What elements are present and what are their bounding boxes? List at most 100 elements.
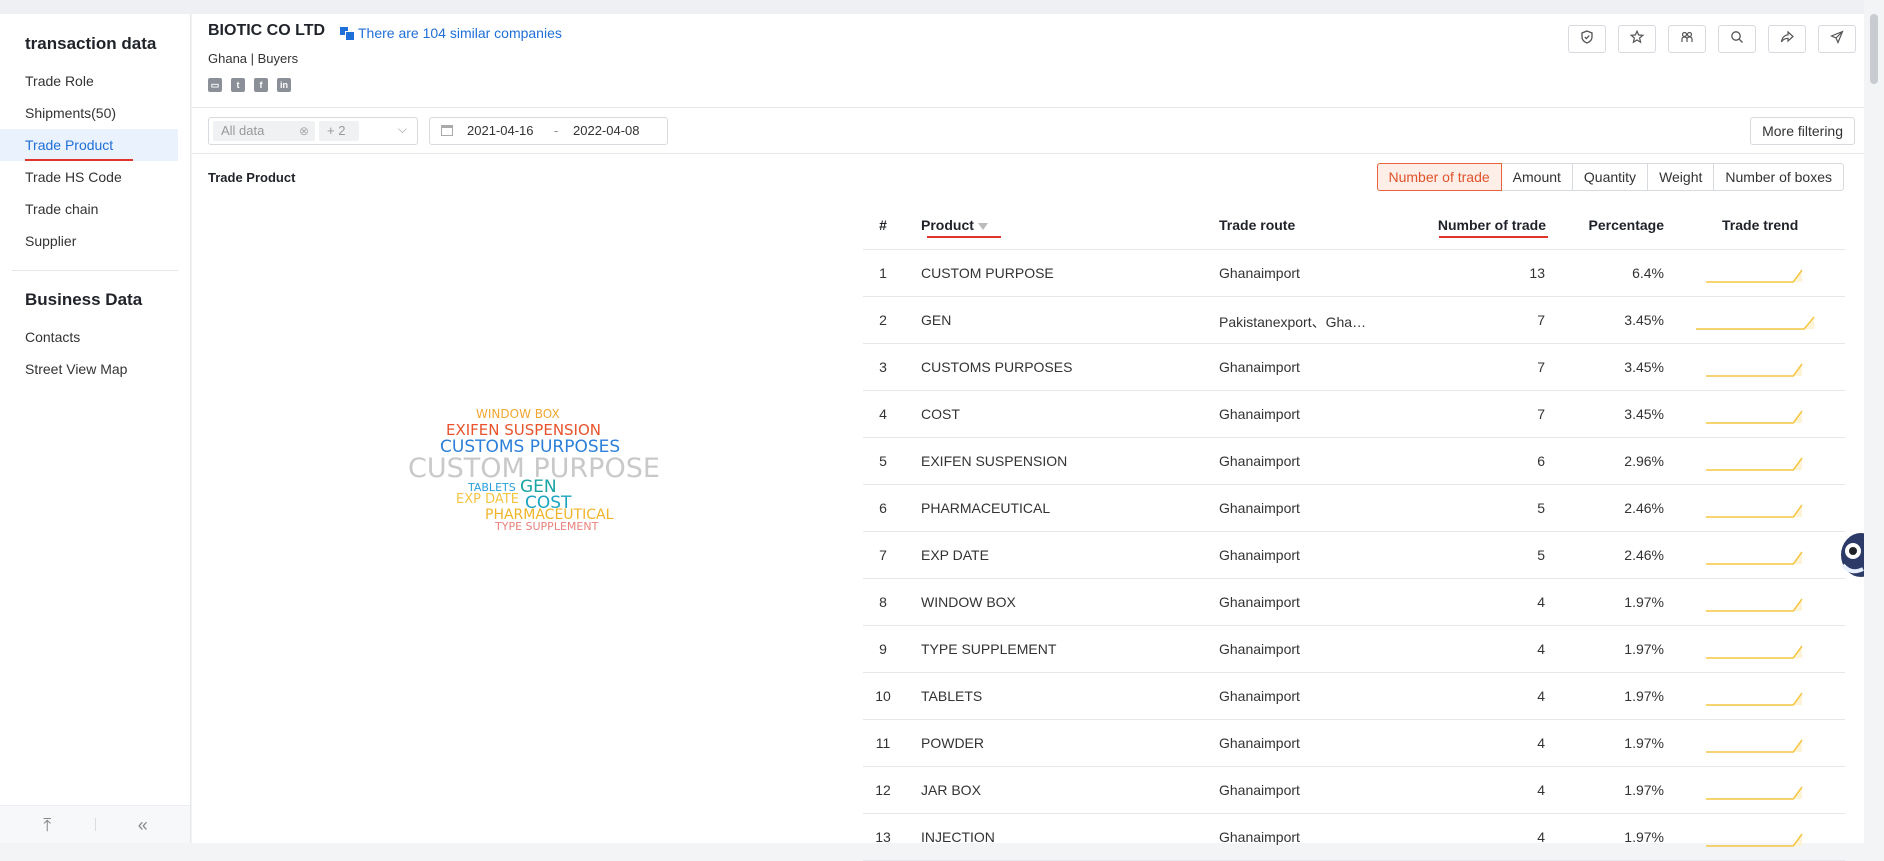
sparkline-line bbox=[1706, 410, 1803, 424]
sidebar-item-trade-chain[interactable]: Trade chain bbox=[0, 193, 190, 225]
table-row[interactable]: 11 POWDER Ghanaimport 4 1.97% bbox=[863, 720, 1845, 767]
row-product[interactable]: GEN bbox=[921, 312, 951, 328]
table-row[interactable]: 13 INJECTION Ghanaimport 4 1.97% bbox=[863, 814, 1845, 861]
tab-quantity[interactable]: Quantity bbox=[1571, 163, 1649, 191]
tab-number-of-boxes[interactable]: Number of boxes bbox=[1713, 163, 1844, 191]
similar-companies-link[interactable]: There are 104 similar companies bbox=[340, 25, 562, 41]
row-percentage: 3.45% bbox=[1624, 359, 1664, 375]
row-trade-trend bbox=[1706, 587, 1836, 620]
row-trade-trend bbox=[1706, 775, 1836, 808]
row-product[interactable]: COST bbox=[921, 406, 960, 422]
row-product[interactable]: WINDOW BOX bbox=[921, 594, 1016, 610]
col-number-of-trade[interactable]: Number of trade bbox=[1406, 217, 1546, 233]
col-product[interactable]: Product bbox=[921, 217, 988, 233]
chevron-down-icon[interactable]: ⌵ bbox=[398, 122, 407, 137]
sparkline-line bbox=[1706, 551, 1803, 565]
data-scope-select[interactable]: All data ⊗ + 2 ⌵ bbox=[208, 117, 418, 145]
row-index: 7 bbox=[879, 547, 887, 563]
collapse-sidebar-icon[interactable]: « bbox=[96, 806, 191, 843]
table-row[interactable]: 9 TYPE SUPPLEMENT Ghanaimport 4 1.97% bbox=[863, 626, 1845, 673]
row-trade-route: Pakistanexport、Gha… bbox=[1219, 314, 1367, 330]
row-number-of-trade: 5 bbox=[1537, 500, 1545, 516]
row-index: 6 bbox=[879, 500, 887, 516]
table-row[interactable]: 3 CUSTOMS PURPOSES Ghanaimport 7 3.45% bbox=[863, 344, 1845, 391]
row-trade-route: Ghanaimport bbox=[1219, 547, 1300, 563]
more-filtering-button[interactable]: More filtering bbox=[1750, 117, 1855, 145]
date-range-picker[interactable]: 2021-04-16 - 2022-04-08 bbox=[429, 117, 668, 145]
col-trade-route: Trade route bbox=[1219, 217, 1296, 233]
sparkline-line bbox=[1706, 457, 1803, 471]
sidebar-item-trade-product[interactable]: Trade Product bbox=[0, 129, 178, 161]
sidebar-item-trade-hs-code[interactable]: Trade HS Code bbox=[0, 161, 190, 193]
number-underline bbox=[1439, 236, 1548, 238]
date-separator: - bbox=[554, 123, 559, 138]
search-icon[interactable] bbox=[1718, 25, 1756, 53]
sidebar-item-supplier[interactable]: Supplier bbox=[0, 225, 190, 257]
table-row[interactable]: 7 EXP DATE Ghanaimport 5 2.46% bbox=[863, 532, 1845, 579]
table-row[interactable]: 5 EXIFEN SUSPENSION Ghanaimport 6 2.96% bbox=[863, 438, 1845, 485]
filter-icon[interactable] bbox=[977, 222, 988, 230]
linkedin-icon[interactable]: in bbox=[277, 78, 291, 92]
sidebar-item-contacts[interactable]: Contacts bbox=[0, 321, 190, 353]
sparkline-line bbox=[1706, 504, 1803, 518]
date-start[interactable]: 2021-04-16 bbox=[467, 118, 534, 144]
table-row[interactable]: 8 WINDOW BOX Ghanaimport 4 1.97% bbox=[863, 579, 1845, 626]
share-icon[interactable] bbox=[1768, 25, 1806, 53]
table-row[interactable]: 12 JAR BOX Ghanaimport 4 1.97% bbox=[863, 767, 1845, 814]
sidebar: transaction data Trade Role Shipments(50… bbox=[0, 14, 191, 843]
sparkline-line bbox=[1706, 598, 1803, 612]
twitter-icon[interactable]: t bbox=[231, 78, 245, 92]
table-row[interactable]: 2 GEN Pakistanexport、Gha… 7 3.45% bbox=[863, 297, 1845, 344]
row-product[interactable]: CUSTOMS PURPOSES bbox=[921, 359, 1072, 375]
section-title-business: Business Data bbox=[25, 290, 143, 309]
row-product[interactable]: TYPE SUPPLEMENT bbox=[921, 641, 1056, 657]
page-scrollbar[interactable] bbox=[1864, 0, 1884, 843]
date-end[interactable]: 2022-04-08 bbox=[573, 118, 640, 144]
close-icon[interactable]: ⊗ bbox=[299, 121, 309, 141]
row-percentage: 1.97% bbox=[1624, 782, 1664, 798]
sparkline-area bbox=[1706, 787, 1802, 799]
table-header: # Product Trade route Number of trade Pe… bbox=[863, 204, 1845, 250]
chip-label: All data bbox=[221, 123, 265, 138]
row-trade-route: Ghanaimport bbox=[1219, 735, 1300, 751]
filter-chip-all-data[interactable]: All data ⊗ bbox=[213, 121, 315, 141]
row-trade-route: Ghanaimport bbox=[1219, 453, 1300, 469]
sparkline-line bbox=[1706, 269, 1803, 283]
row-product[interactable]: CUSTOM PURPOSE bbox=[921, 265, 1054, 281]
filter-chip-more[interactable]: + 2 bbox=[319, 121, 359, 141]
table-row[interactable]: 10 TABLETS Ghanaimport 4 1.97% bbox=[863, 673, 1845, 720]
row-product[interactable]: POWDER bbox=[921, 735, 984, 751]
send-icon[interactable] bbox=[1818, 25, 1856, 53]
col-index: # bbox=[879, 217, 887, 233]
table-row[interactable]: 4 COST Ghanaimport 7 3.45% bbox=[863, 391, 1845, 438]
tab-weight[interactable]: Weight bbox=[1647, 163, 1715, 191]
row-trade-trend bbox=[1706, 681, 1836, 714]
col-percentage[interactable]: Percentage bbox=[1564, 217, 1664, 233]
row-percentage: 2.46% bbox=[1624, 547, 1664, 563]
back-to-top-icon[interactable]: ⤒ bbox=[0, 806, 95, 843]
col-product-label: Product bbox=[921, 217, 974, 233]
row-trade-trend bbox=[1706, 634, 1836, 667]
fax-icon[interactable]: ▭ bbox=[208, 78, 222, 92]
sidebar-item-shipments[interactable]: Shipments(50) bbox=[0, 97, 190, 129]
header-actions bbox=[1568, 25, 1856, 53]
row-product[interactable]: EXIFEN SUSPENSION bbox=[921, 453, 1067, 469]
row-trade-trend bbox=[1706, 540, 1836, 573]
tab-amount[interactable]: Amount bbox=[1500, 163, 1573, 191]
sidebar-item-trade-role[interactable]: Trade Role bbox=[0, 65, 190, 97]
facebook-icon[interactable]: f bbox=[254, 78, 268, 92]
sparkline-area bbox=[1706, 693, 1802, 705]
people-icon[interactable] bbox=[1668, 25, 1706, 53]
table-row[interactable]: 6 PHARMACEUTICAL Ghanaimport 5 2.46% bbox=[863, 485, 1845, 532]
scrollbar-thumb[interactable] bbox=[1870, 14, 1878, 84]
row-product[interactable]: JAR BOX bbox=[921, 782, 981, 798]
row-product[interactable]: TABLETS bbox=[921, 688, 982, 704]
sidebar-item-street-view-map[interactable]: Street View Map bbox=[0, 353, 190, 385]
table-row[interactable]: 1 CUSTOM PURPOSE Ghanaimport 13 6.4% bbox=[863, 250, 1845, 297]
row-product[interactable]: PHARMACEUTICAL bbox=[921, 500, 1050, 516]
star-icon[interactable] bbox=[1618, 25, 1656, 53]
tab-number-of-trade[interactable]: Number of trade bbox=[1376, 163, 1502, 191]
row-product[interactable]: EXP DATE bbox=[921, 547, 989, 563]
col-trade-trend: Trade trend bbox=[1722, 217, 1799, 233]
shield-icon[interactable] bbox=[1568, 25, 1606, 53]
